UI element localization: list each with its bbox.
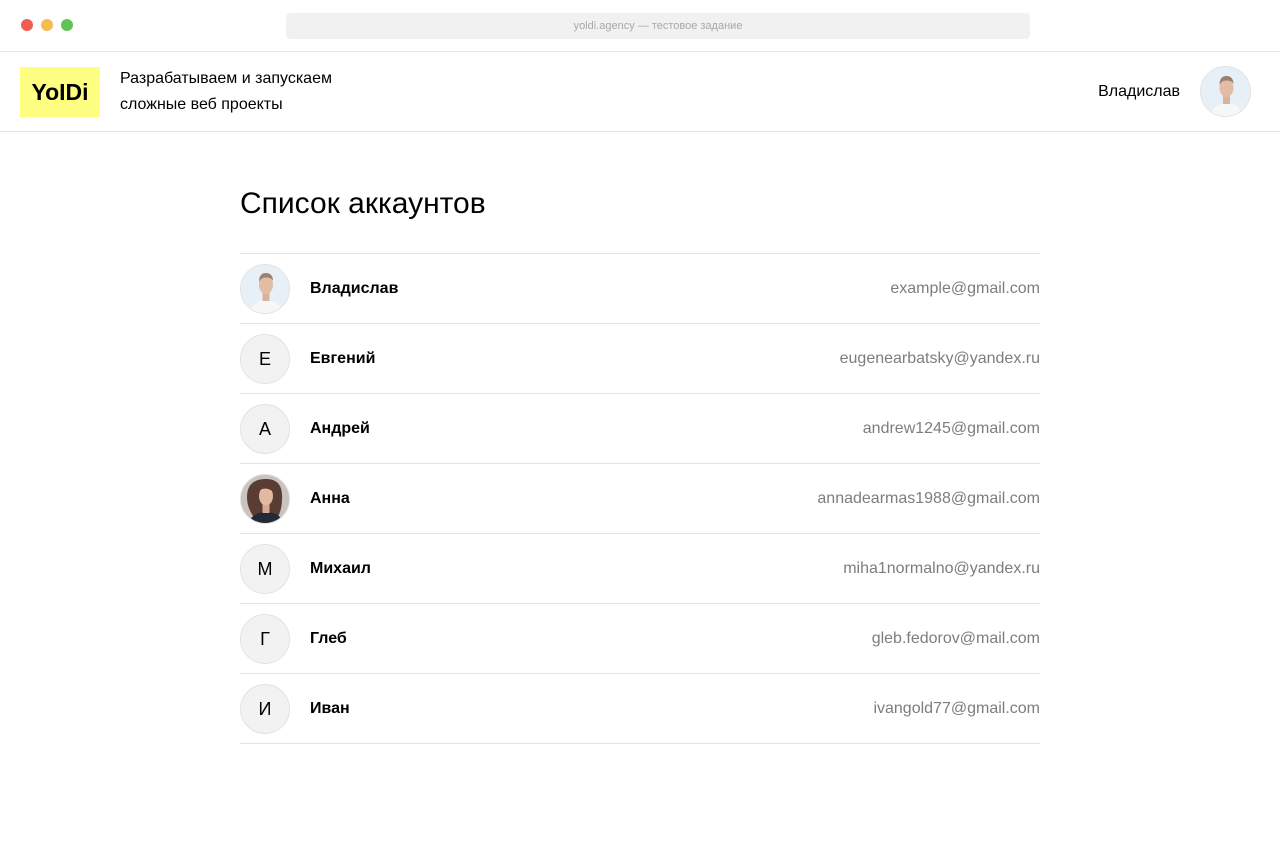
account-row[interactable]: Анна annadearmas1988@gmail.com — [240, 464, 1040, 534]
male-portrait-icon — [1201, 67, 1250, 116]
tagline-line-2: сложные веб проекты — [120, 96, 283, 113]
current-user-avatar[interactable] — [1200, 66, 1251, 117]
account-email: annadearmas1988@gmail.com — [817, 490, 1040, 507]
account-email: ivangold77@gmail.com — [873, 700, 1040, 717]
accounts-list: Владислав example@gmail.com Е Евгений eu… — [240, 253, 1040, 744]
logo-text: YoIDi — [31, 79, 88, 105]
account-row[interactable]: Владислав example@gmail.com — [240, 254, 1040, 324]
account-row[interactable]: Е Евгений eugenearbatsky@yandex.ru — [240, 324, 1040, 394]
account-row[interactable]: И Иван ivangold77@gmail.com — [240, 674, 1040, 744]
account-name: Евгений — [310, 350, 376, 367]
account-name: Андрей — [310, 420, 370, 437]
account-row[interactable]: А Андрей andrew1245@gmail.com — [240, 394, 1040, 464]
female-portrait-icon — [241, 475, 289, 523]
account-avatar-initial: Е — [240, 334, 290, 384]
tagline-line-1: Разрабатываем и запускаем — [120, 70, 332, 87]
account-name: Владислав — [310, 280, 399, 297]
site-header: YoIDi Разрабатываем и запускаем сложные … — [0, 52, 1280, 132]
account-avatar-initial: Г — [240, 614, 290, 664]
yoldi-logo-mark: YoIDi — [31, 79, 88, 105]
account-email: miha1normalno@yandex.ru — [843, 560, 1040, 577]
minimize-window-button[interactable] — [41, 19, 53, 31]
account-email: eugenearbatsky@yandex.ru — [839, 350, 1040, 367]
account-name: Глеб — [310, 630, 347, 647]
maximize-window-button[interactable] — [61, 19, 73, 31]
account-name: Михаил — [310, 560, 371, 577]
account-row[interactable]: М Михаил miha1normalno@yandex.ru — [240, 534, 1040, 604]
account-name: Иван — [310, 700, 350, 717]
account-email: andrew1245@gmail.com — [862, 420, 1040, 437]
account-avatar — [240, 264, 290, 314]
address-bar[interactable]: yoldi.agency — тестовое задание — [286, 13, 1030, 39]
current-user-name[interactable]: Владислав — [1098, 81, 1180, 103]
tagline: Разрабатываем и запускаем сложные веб пр… — [120, 66, 332, 118]
close-window-button[interactable] — [21, 19, 33, 31]
main-content: Список аккаунтов Владислав example@gmail… — [240, 132, 1040, 744]
page-title: Список аккаунтов — [240, 187, 486, 220]
account-avatar — [240, 474, 290, 524]
account-email: gleb.fedorov@mail.com — [871, 630, 1040, 647]
account-email: example@gmail.com — [890, 280, 1040, 297]
account-avatar-initial: А — [240, 404, 290, 454]
account-row[interactable]: Г Глеб gleb.fedorov@mail.com — [240, 604, 1040, 674]
male-portrait-icon — [241, 265, 289, 313]
account-avatar-initial: М — [240, 544, 290, 594]
yoldi-logo[interactable]: YoIDi — [20, 67, 100, 117]
browser-chrome: yoldi.agency — тестовое задание — [0, 0, 1280, 52]
account-name: Анна — [310, 490, 350, 507]
account-avatar-initial: И — [240, 684, 290, 734]
